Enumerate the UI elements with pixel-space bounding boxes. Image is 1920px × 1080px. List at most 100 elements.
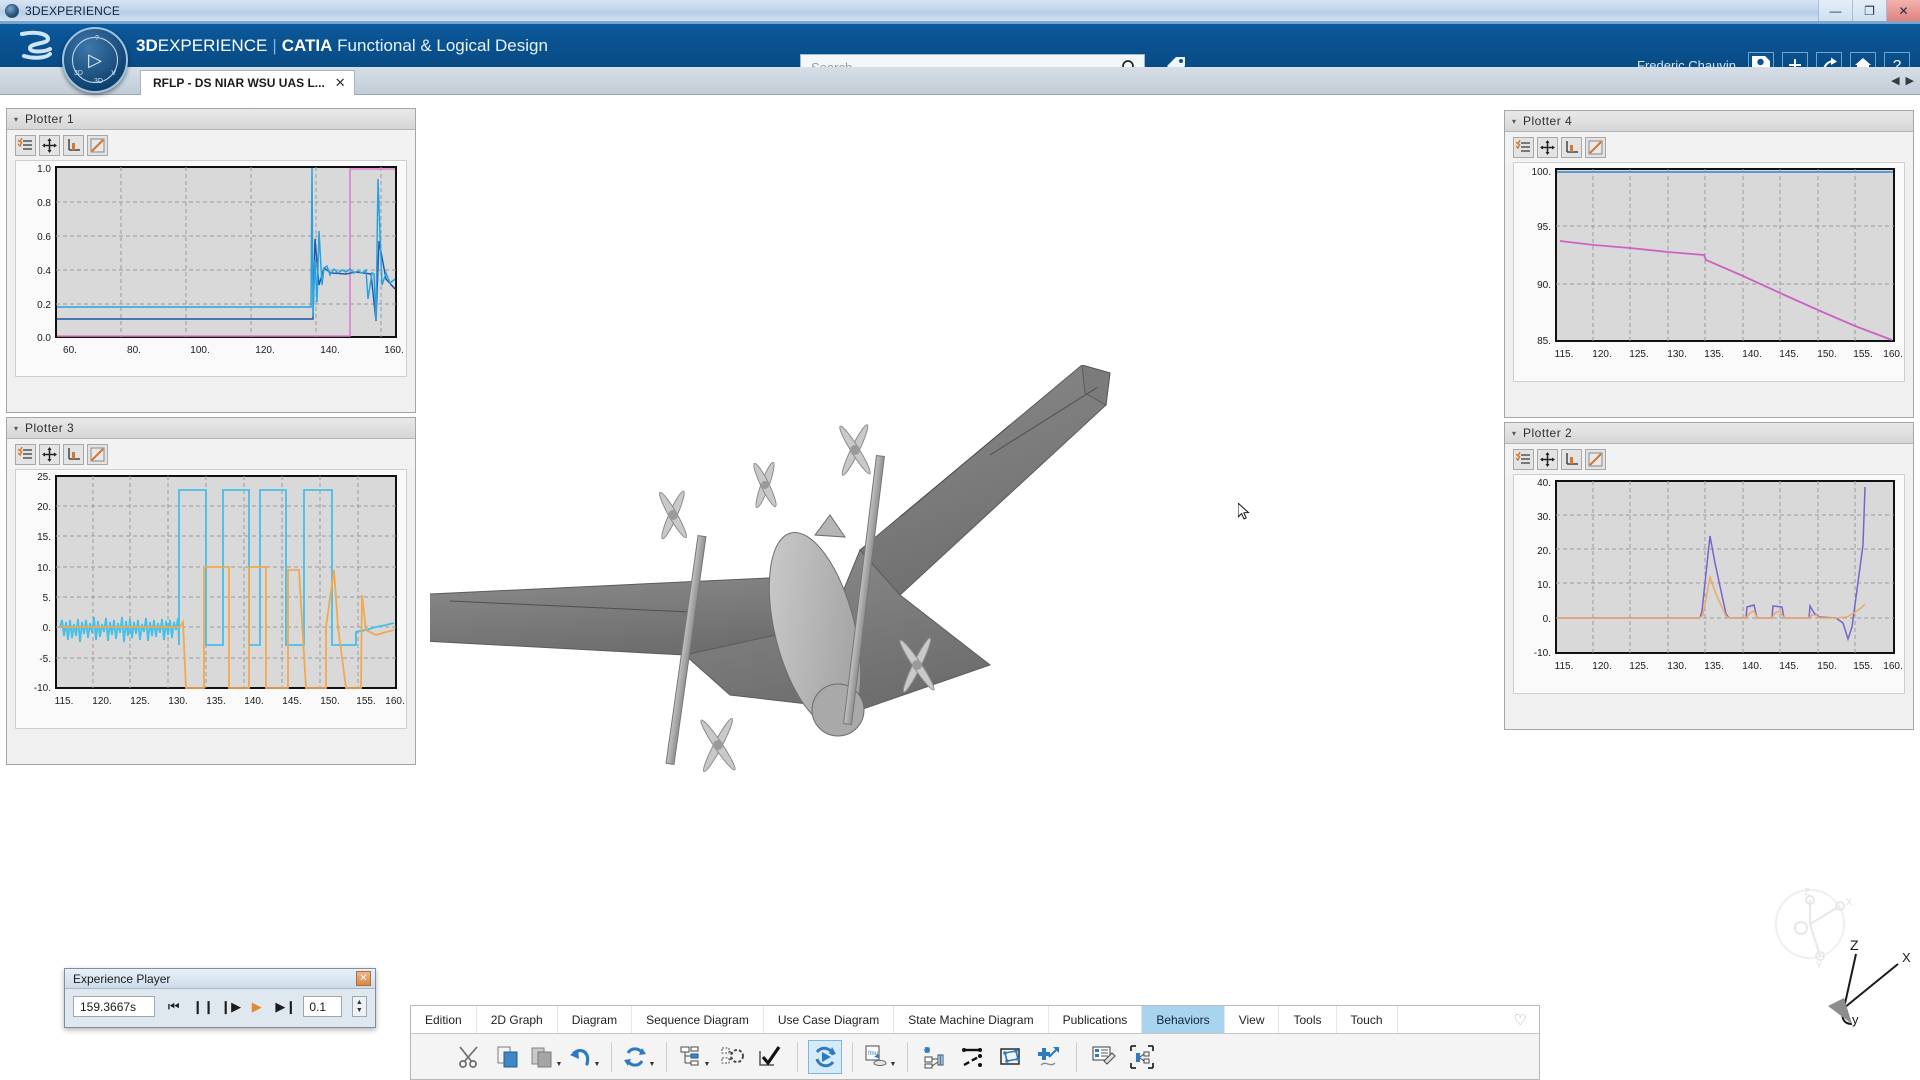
list-icon[interactable] [15, 134, 36, 156]
tab-tools[interactable]: Tools [1279, 1006, 1337, 1033]
tab-state-machine-diagram[interactable]: State Machine Diagram [894, 1006, 1049, 1033]
experience-player-dialog[interactable]: Experience Player ✕ 159.3667s ⏮ ❙❙ ❙▶ ▶ … [64, 968, 376, 1028]
tab-2d-graph[interactable]: 2D Graph [477, 1006, 558, 1033]
add-link-glyph [1038, 1047, 1059, 1066]
list-icon[interactable] [1513, 136, 1534, 158]
check-icon[interactable] [753, 1040, 787, 1074]
axis-icon[interactable] [1561, 448, 1582, 470]
tab-prev-button[interactable]: ◀ [1891, 74, 1899, 87]
compass-button[interactable]: ▷ ? 3D 3D V [62, 27, 128, 93]
tab-use-case-diagram[interactable]: Use Case Diagram [764, 1006, 895, 1033]
interface-icon[interactable] [1125, 1040, 1159, 1074]
axis-icon[interactable] [63, 443, 84, 465]
copy-icon[interactable] [491, 1040, 525, 1074]
tab-behaviors[interactable]: Behaviors [1142, 1006, 1225, 1033]
maximize-button[interactable]: ❐ [1852, 0, 1886, 21]
simulation-time-field[interactable]: 159.3667s [73, 996, 156, 1017]
edit-curve-icon[interactable] [87, 443, 108, 465]
experience-player-close-button[interactable]: ✕ [356, 971, 371, 986]
svg-text:135.: 135. [1704, 661, 1723, 672]
document-tab-close-icon[interactable]: ✕ [335, 75, 346, 91]
edit-curve-icon[interactable] [1585, 448, 1606, 470]
undo-dropdown-caret-icon[interactable]: ▼ [594, 1061, 601, 1068]
collapse-caret-icon[interactable]: ▾ [14, 115, 18, 124]
undo-icon[interactable]: ▼ [567, 1040, 601, 1074]
connection-icon[interactable] [956, 1040, 990, 1074]
play-button[interactable]: ▶ [248, 999, 265, 1015]
collapse-caret-icon[interactable]: ▾ [14, 424, 18, 433]
plotter3-chart: 25. 20. 15. 10. 5. 0. -5. -10. 115. 120. 125. 1… [34, 472, 405, 707]
panel-plotter1-title: Plotter 1 [25, 112, 75, 126]
tab-diagram[interactable]: Diagram [558, 1006, 633, 1033]
svg-text:150.: 150. [1817, 349, 1836, 360]
axis-icon[interactable] [1561, 136, 1582, 158]
edit-properties-icon[interactable] [1087, 1040, 1121, 1074]
frame-select-icon[interactable] [994, 1040, 1028, 1074]
svg-text:1.0: 1.0 [37, 164, 51, 175]
window-controls[interactable]: — ❐ ✕ [1818, 0, 1920, 21]
edit-curve-icon[interactable] [87, 134, 108, 156]
behavior-gear-icon[interactable] [715, 1040, 749, 1074]
update-dropdown-caret-icon[interactable]: ▼ [649, 1061, 656, 1068]
stepper-down-icon[interactable]: ▼ [356, 1007, 363, 1015]
tab-view[interactable]: View [1225, 1006, 1280, 1033]
svg-text:X: X [1902, 950, 1911, 965]
pan-icon[interactable] [39, 134, 60, 156]
plotter2-chart-area[interactable]: 40. 30. 20. 10. 0. -10. 115. 120. 125. 130. 135… [1513, 474, 1905, 694]
panel-plotter3-header: ▾ Plotter 3 [7, 418, 415, 439]
panel-plotter1[interactable]: ▾ Plotter 1 1.0 0.8 0.6 0.4 0.2 0.0 60. … [6, 108, 416, 413]
list-icon[interactable] [15, 443, 36, 465]
pan-icon[interactable] [1537, 448, 1558, 470]
go-to-end-button[interactable]: ▶❙ [275, 999, 296, 1015]
tabstrip-nav[interactable]: ◀ ▶ [1891, 74, 1914, 87]
time-step-stepper[interactable]: ▲ ▼ [351, 996, 367, 1017]
pause-button[interactable]: ❙❙ [192, 999, 214, 1015]
collapse-bar-icon[interactable]: ♡ [1502, 1006, 1539, 1033]
tab-touch[interactable]: Touch [1337, 1006, 1398, 1033]
plotter3-chart-area[interactable]: 25. 20. 15. 10. 5. 0. -5. -10. 115. 120. 125. 1… [15, 469, 407, 729]
update-icon[interactable]: ▼ [622, 1040, 656, 1074]
hierarchy-dropdown-caret-icon[interactable]: ▼ [704, 1061, 711, 1068]
toolbar-divider [666, 1042, 667, 1072]
cut-icon[interactable] [453, 1040, 487, 1074]
axis-icon[interactable] [63, 134, 84, 156]
dassault-logo-icon[interactable] [8, 26, 64, 66]
tab-next-button[interactable]: ▶ [1906, 74, 1914, 87]
add-link-icon[interactable] [1032, 1040, 1066, 1074]
panel-plotter3[interactable]: ▾ Plotter 3 25. 20. 15. 10. 5. 0. -5. -1… [6, 417, 416, 765]
svg-text:115.: 115. [1555, 349, 1574, 360]
tab-sequence-diagram[interactable]: Sequence Diagram [632, 1006, 764, 1033]
svg-text:125.: 125. [1629, 661, 1648, 672]
list-icon[interactable] [1513, 448, 1534, 470]
plotter1-chart-area[interactable]: 1.0 0.8 0.6 0.4 0.2 0.0 60. 80. 100. 120. 140. 1… [15, 160, 407, 377]
svg-text:0.: 0. [1543, 614, 1551, 625]
minimize-button[interactable]: — [1818, 0, 1852, 21]
hierarchy-tree-icon[interactable]: ▼ [677, 1040, 711, 1074]
paste-dropdown-caret-icon[interactable]: ▼ [556, 1061, 563, 1068]
svg-text:150.: 150. [1817, 661, 1836, 672]
collapse-caret-icon[interactable]: ▾ [1512, 117, 1516, 126]
svg-text:120.: 120. [1592, 661, 1611, 672]
uas-aircraft-model[interactable] [404, 364, 1330, 845]
fmu-dropdown-caret-icon[interactable]: ▼ [890, 1061, 897, 1068]
panel-plotter2[interactable]: ▾ Plotter 2 40. 30. 20. 10. 0. -10. 115.… [1504, 422, 1914, 730]
paste-icon[interactable]: ▼ [529, 1040, 563, 1074]
tab-edition[interactable]: Edition [411, 1006, 477, 1033]
panel-plotter4[interactable]: ▾ Plotter 4 100. 95. 90. 85. 115. 120. 1… [1504, 110, 1914, 418]
stepper-up-icon[interactable]: ▲ [356, 999, 363, 1007]
time-step-field[interactable]: 0.1 [303, 996, 342, 1017]
axis-triad-widget[interactable]: X Z y [1818, 932, 1914, 1028]
simulate-icon[interactable] [808, 1040, 842, 1074]
close-button[interactable]: ✕ [1886, 0, 1920, 21]
tab-publications[interactable]: Publications [1049, 1006, 1143, 1033]
pan-icon[interactable] [39, 443, 60, 465]
document-tab[interactable]: RFLP - DS NIAR WSU UAS L... ✕ [140, 70, 355, 95]
rewind-to-start-button[interactable]: ⏮ [165, 999, 182, 1015]
edit-curve-icon[interactable] [1585, 136, 1606, 158]
collapse-caret-icon[interactable]: ▾ [1512, 429, 1516, 438]
plotter4-chart-area[interactable]: 100. 95. 90. 85. 115. 120. 125. 130. 135. 140.… [1513, 162, 1905, 382]
step-forward-button[interactable]: ❙▶ [220, 999, 241, 1015]
new-block-icon[interactable] [918, 1040, 952, 1074]
fmu-import-icon[interactable]: fmu ▼ [863, 1040, 897, 1074]
pan-icon[interactable] [1537, 136, 1558, 158]
